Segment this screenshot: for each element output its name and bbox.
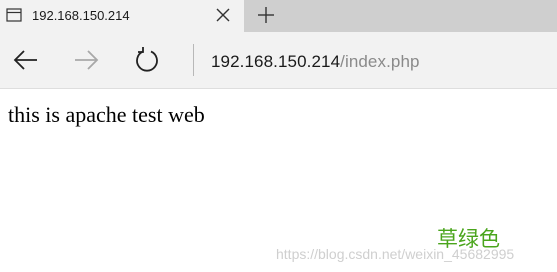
- refresh-icon[interactable]: [133, 46, 161, 74]
- tab-strip: 192.168.150.214: [0, 0, 557, 32]
- back-arrow-icon[interactable]: [12, 46, 40, 74]
- forward-arrow-icon[interactable]: [72, 46, 100, 74]
- watermark-url: https://blog.csdn.net/weixin_45682995: [276, 246, 515, 262]
- address-path: /index.php: [340, 52, 420, 71]
- page-content: this is apache test web 草绿色 https://blog…: [0, 89, 557, 272]
- tab-title: 192.168.150.214: [32, 8, 130, 23]
- close-icon[interactable]: [214, 6, 232, 24]
- active-tab[interactable]: 192.168.150.214: [0, 0, 244, 32]
- plus-icon[interactable]: [256, 5, 276, 25]
- toolbar-divider: [193, 44, 194, 76]
- address-bar[interactable]: 192.168.150.214/index.php: [211, 52, 420, 72]
- address-host: 192.168.150.214: [211, 52, 341, 71]
- page-body-text: this is apache test web: [8, 102, 205, 127]
- navigation-toolbar: 192.168.150.214/index.php: [0, 32, 557, 89]
- page-icon: [6, 8, 22, 22]
